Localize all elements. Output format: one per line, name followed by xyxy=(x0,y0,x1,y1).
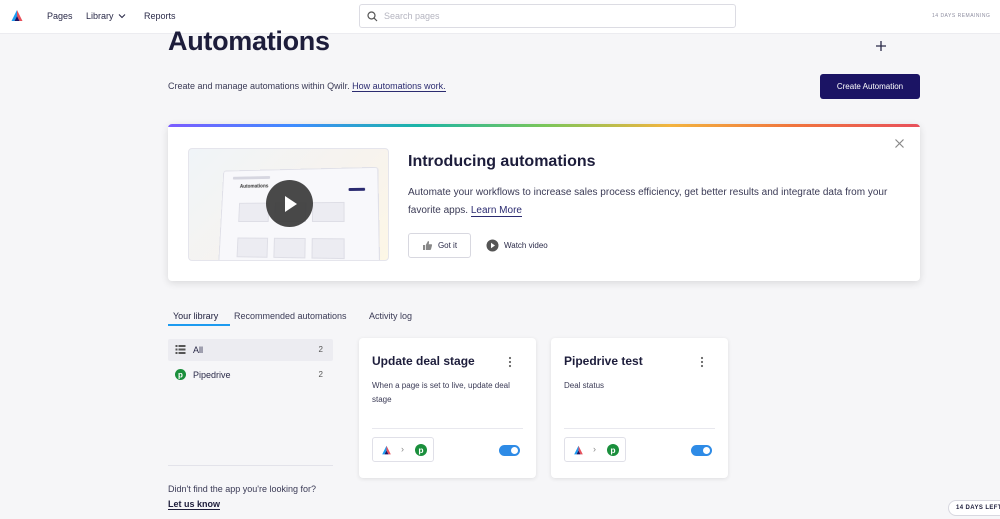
library-item-pipedrive[interactable]: p Pipedrive 2 xyxy=(168,364,333,386)
integration-flow: › p xyxy=(372,437,434,462)
thumbs-up-icon xyxy=(422,241,433,250)
search-input[interactable] xyxy=(384,8,724,24)
nav-library[interactable]: Library xyxy=(86,11,126,21)
search-box[interactable] xyxy=(359,4,736,28)
pipedrive-icon: p xyxy=(607,444,619,456)
card-description: Deal status xyxy=(564,381,605,390)
intro-card: Automations Introducing automations Auto… xyxy=(168,124,920,281)
create-automation-button[interactable]: Create Automation xyxy=(820,74,920,99)
trial-remaining-text: 14 DAYS REMAINING xyxy=(932,13,991,19)
rainbow-bar xyxy=(168,124,920,127)
nav-pages[interactable]: Pages xyxy=(47,11,73,21)
let-us-know-link[interactable]: Let us know xyxy=(168,499,221,510)
automation-card[interactable]: Update deal stage When a page is set to … xyxy=(359,338,536,478)
close-icon[interactable] xyxy=(894,138,905,149)
chevron-down-icon xyxy=(118,14,125,19)
pipedrive-icon: p xyxy=(175,369,186,380)
automation-toggle[interactable] xyxy=(691,445,712,456)
video-thumbnail[interactable]: Automations xyxy=(188,148,389,261)
trial-badge[interactable]: 14 DAYS LEFT xyxy=(948,500,1000,516)
library-item-all[interactable]: All 2 xyxy=(168,339,333,361)
library-item-label: Pipedrive xyxy=(193,370,231,380)
watch-video-button[interactable]: Watch video xyxy=(486,233,548,258)
integration-flow: › p xyxy=(564,437,626,462)
qwilr-logo-icon xyxy=(574,445,583,455)
mock-box xyxy=(236,237,269,258)
nav-reports[interactable]: Reports xyxy=(144,11,176,21)
library-item-count: 2 xyxy=(318,370,323,379)
chevron-right-icon: › xyxy=(593,444,596,454)
pipedrive-icon: p xyxy=(415,444,427,456)
play-button[interactable] xyxy=(266,180,313,227)
automation-toggle[interactable] xyxy=(499,445,520,456)
svg-text:p: p xyxy=(418,445,423,455)
mock-box xyxy=(311,238,345,260)
top-nav: Pages Library Reports 14 DAYS REMAINING xyxy=(0,0,1000,34)
card-divider xyxy=(372,428,523,429)
page-subtitle: Create and manage automations within Qwi… xyxy=(168,81,446,92)
not-found-text: Didn't find the app you're looking for? xyxy=(168,484,317,494)
play-icon xyxy=(284,195,297,212)
thumbnail-heading: Automations xyxy=(239,183,269,190)
play-circle-icon xyxy=(486,239,499,252)
mock-box xyxy=(311,201,345,223)
intro-title: Introducing automations xyxy=(408,153,596,170)
tab-activity-log[interactable]: Activity log xyxy=(369,311,412,321)
mock-button xyxy=(348,187,366,191)
svg-text:p: p xyxy=(178,370,183,379)
library-item-count: 2 xyxy=(318,345,323,354)
card-title: Update deal stage xyxy=(372,354,475,368)
how-automations-work-link[interactable]: How automations work. xyxy=(352,81,446,92)
watch-video-label: Watch video xyxy=(504,241,548,250)
page-title: Automations xyxy=(168,26,330,56)
tab-your-library[interactable]: Your library xyxy=(173,311,218,321)
library-item-label: All xyxy=(193,345,204,355)
card-title: Pipedrive test xyxy=(564,354,643,368)
mock-line xyxy=(232,176,271,180)
subtitle-text: Create and manage automations within Qwi… xyxy=(168,81,350,91)
tab-recommended-automations[interactable]: Recommended automations xyxy=(234,311,347,321)
automation-card[interactable]: Pipedrive test Deal status › p xyxy=(551,338,728,478)
mock-box xyxy=(238,202,270,222)
svg-text:p: p xyxy=(610,445,615,455)
more-options-icon[interactable] xyxy=(507,356,513,368)
more-options-icon[interactable] xyxy=(699,356,705,368)
plus-icon[interactable] xyxy=(874,39,888,53)
list-icon xyxy=(175,345,186,354)
intro-text: Automate your workflows to increase sale… xyxy=(408,184,898,220)
sidebar-divider xyxy=(168,465,333,466)
card-description: When a page is set to live, update deal … xyxy=(372,381,510,404)
mock-box xyxy=(273,237,306,259)
learn-more-link[interactable]: Learn More xyxy=(470,205,522,217)
got-it-label: Got it xyxy=(437,241,458,250)
active-tab-indicator xyxy=(168,324,230,326)
chevron-right-icon: › xyxy=(401,444,404,454)
card-divider xyxy=(564,428,715,429)
got-it-button[interactable]: Got it xyxy=(408,233,471,258)
search-icon xyxy=(367,11,378,22)
qwilr-logo-icon[interactable] xyxy=(10,9,24,23)
nav-library-label: Library xyxy=(86,11,114,21)
qwilr-logo-icon xyxy=(382,445,391,455)
